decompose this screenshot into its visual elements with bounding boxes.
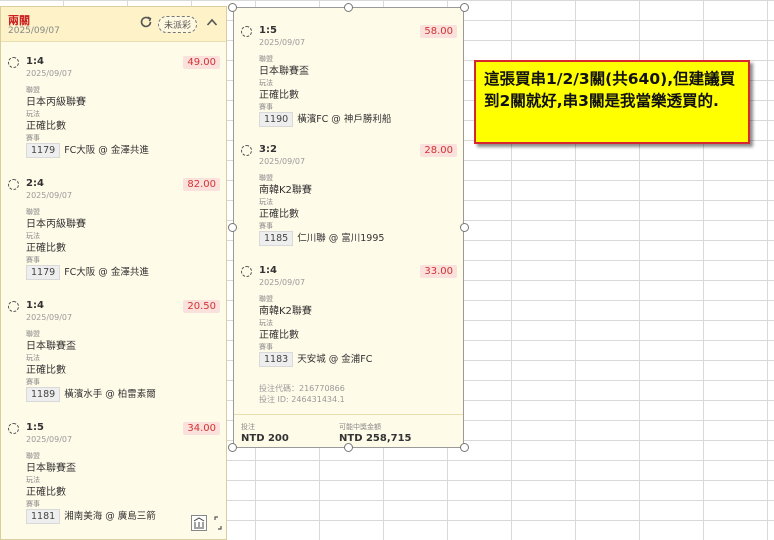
pending-status-icon: [241, 145, 252, 156]
match-id: 1190: [259, 112, 294, 127]
bet-slip-panel-right: 1:5 2025/09/07 58.00 聯盟 日本聯賽盃 玩法 正確比數 賽事…: [233, 7, 464, 448]
match-name: FC大阪 @ 金澤共進: [64, 145, 149, 156]
leg-date: 2025/09/07: [259, 278, 306, 287]
leg-score: 1:4: [26, 56, 44, 67]
match-name: FC大阪 @ 金澤共進: [64, 267, 149, 278]
stake-label: 投注: [241, 423, 255, 431]
pending-status-icon: [8, 423, 19, 434]
leg-score: 3:2: [259, 144, 277, 155]
play-type: 正確比數: [26, 487, 66, 498]
match-id: 1183: [259, 352, 294, 367]
resize-handle[interactable]: [228, 3, 237, 12]
play-type: 正確比數: [259, 90, 299, 101]
league-name: 南韓K2聯賽: [259, 185, 312, 196]
leg-date: 2025/09/07: [259, 157, 306, 166]
league-name: 日本聯賽盃: [26, 341, 76, 352]
resize-handle[interactable]: [344, 3, 353, 12]
leg-date: 2025/09/07: [259, 38, 306, 47]
leg-odds: 82.00: [183, 178, 220, 191]
leg-odds: 33.00: [420, 265, 457, 278]
match-name: 橫濱FC @ 神戶勝利船: [297, 114, 392, 125]
league-name: 南韓K2聯賽: [259, 306, 312, 317]
leg-score: 1:4: [259, 265, 277, 276]
match-id: 1189: [26, 387, 61, 402]
play-type: 正確比數: [259, 209, 299, 220]
match-info: 1189 橫濱水手 @ 柏雷素爾: [26, 386, 156, 402]
leg-odds: 20.50: [183, 300, 220, 313]
leg-date: 2025/09/07: [26, 435, 73, 444]
callout-note[interactable]: 這張買串1/2/3關(共640),但建議買到2關就好,串3關是我當樂透買的.: [474, 60, 750, 144]
match-name: 仁川聯 @ 富川1995: [297, 233, 385, 244]
leg-score: 1:4: [26, 300, 44, 311]
leg-odds: 49.00: [183, 56, 220, 69]
leg-score: 1:5: [26, 422, 44, 433]
match-name: 橫濱水手 @ 柏雷素爾: [64, 389, 156, 400]
league-name: 日本聯賽盃: [26, 463, 76, 474]
play-type: 正確比數: [259, 330, 299, 341]
play-type: 正確比數: [26, 365, 66, 376]
bet-id: 投注 ID: 246431434.1: [259, 395, 345, 404]
leg-odds: 58.00: [420, 25, 457, 38]
chevron-up-icon[interactable]: [206, 17, 218, 27]
match-id: 1181: [26, 509, 61, 524]
pending-status-icon: [8, 179, 19, 190]
match-info: 1183 天安城 @ 金浦FC: [259, 351, 372, 367]
resize-handle[interactable]: [460, 3, 469, 12]
resize-handle[interactable]: [228, 223, 237, 232]
resize-handle[interactable]: [460, 223, 469, 232]
building-icon[interactable]: [191, 515, 207, 531]
match-id: 1179: [26, 143, 61, 158]
resize-handle[interactable]: [460, 443, 469, 452]
leg-score: 2:4: [26, 178, 44, 189]
match-info: 1181 湘南美海 @ 廣島三箭: [26, 508, 156, 524]
leg-odds: 34.00: [183, 422, 220, 435]
match-info: 1179 FC大阪 @ 金澤共進: [26, 264, 149, 280]
match-info: 1185 仁川聯 @ 富川1995: [259, 230, 384, 246]
play-type: 正確比數: [26, 243, 66, 254]
league-name: 日本丙級聯賽: [26, 219, 86, 230]
leg-date: 2025/09/07: [26, 69, 73, 78]
expand-icon[interactable]: [213, 515, 223, 531]
refresh-icon[interactable]: [139, 15, 153, 29]
leg-date: 2025/09/07: [26, 191, 73, 200]
match-id: 1185: [259, 231, 294, 246]
match-info: 1190 橫濱FC @ 神戶勝利船: [259, 111, 391, 127]
match-name: 天安城 @ 金浦FC: [297, 354, 373, 365]
leg-date: 2025/09/07: [26, 313, 73, 322]
bet-slip-panel-left: 兩關 2025/09/07 未派彩 1:4 2025/09/07 49.00 聯…: [0, 6, 227, 540]
pending-status-icon: [8, 301, 19, 312]
play-type: 正確比數: [26, 121, 66, 132]
status-badge: 未派彩: [158, 16, 198, 33]
match-info: 1179 FC大阪 @ 金澤共進: [26, 142, 149, 158]
resize-handle[interactable]: [228, 443, 237, 452]
bet-code: 投注代碼：216770866: [259, 384, 345, 393]
league-name: 日本丙級聯賽: [26, 97, 86, 108]
bet-slip-header: 兩關 2025/09/07 未派彩: [1, 7, 226, 42]
match-id: 1179: [26, 265, 61, 280]
pending-status-icon: [241, 266, 252, 277]
payout-label: 可能中獎金額: [339, 423, 381, 431]
pending-status-icon: [241, 26, 252, 37]
pending-status-icon: [8, 57, 19, 68]
bet-date: 2025/09/07: [8, 26, 60, 36]
stake-amount: NTD 200: [241, 433, 289, 444]
match-name: 湘南美海 @ 廣島三箭: [64, 511, 156, 522]
resize-handle[interactable]: [344, 443, 353, 452]
leg-odds: 28.00: [420, 144, 457, 157]
league-name: 日本聯賽盃: [259, 66, 309, 77]
leg-score: 1:5: [259, 25, 277, 36]
